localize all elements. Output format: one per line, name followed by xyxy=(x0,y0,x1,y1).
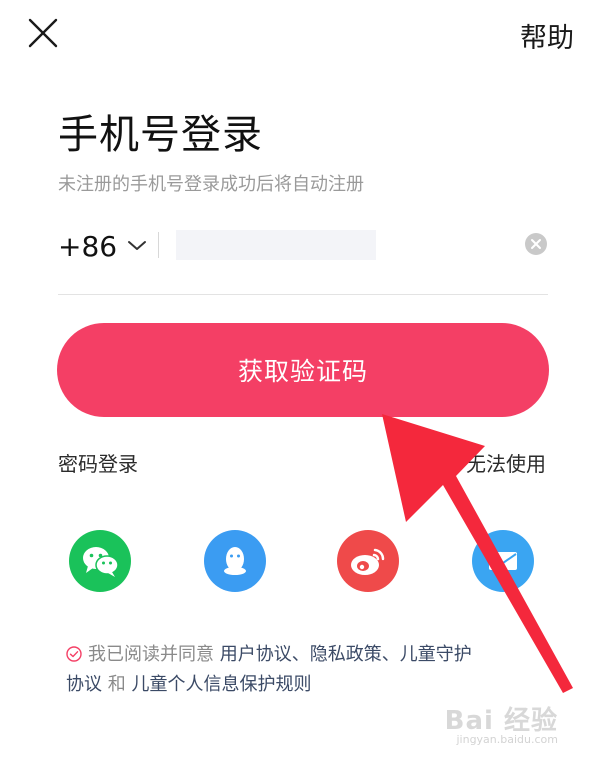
input-underline xyxy=(58,294,548,295)
watermark-main: Bai 经验 xyxy=(444,706,558,736)
mail-icon xyxy=(489,552,517,570)
unable-to-use-link[interactable]: 无法使用 xyxy=(466,448,546,477)
clear-input-button[interactable] xyxy=(524,232,548,256)
wechat-login-button[interactable] xyxy=(69,530,131,592)
country-code-selector[interactable]: +86 xyxy=(58,226,147,266)
child-protection-label-b: 协议 xyxy=(66,674,102,695)
weibo-icon xyxy=(351,548,385,575)
qq-login-button[interactable] xyxy=(204,530,266,592)
page-title: 手机号登录 xyxy=(58,112,263,158)
baidu-watermark: Bai 经验 jingyan.baidu.com xyxy=(445,700,558,746)
country-code-label: +86 xyxy=(58,229,118,263)
agreement-checkbox-icon[interactable] xyxy=(66,646,82,662)
privacy-policy-link[interactable]: 隐私政策 xyxy=(310,644,382,665)
watermark-sub: jingyan.baidu.com xyxy=(456,733,558,746)
divider xyxy=(158,232,159,258)
help-button[interactable]: 帮助 xyxy=(520,16,574,55)
child-info-rules-link[interactable]: 儿童个人信息保护规则 xyxy=(131,674,311,695)
weibo-login-button[interactable] xyxy=(337,530,399,592)
get-verification-code-label: 获取验证码 xyxy=(237,357,368,386)
agreement-text: 我已阅读并同意 用户协议、隐私政策、儿童守护 协议 和 儿童个人信息保护规则 xyxy=(66,640,546,700)
user-agreement-link[interactable]: 用户协议 xyxy=(220,644,292,665)
wechat-icon xyxy=(83,547,119,577)
phone-number-input[interactable] xyxy=(176,230,376,260)
page-subtitle: 未注册的手机号登录成功后将自动注册 xyxy=(58,174,364,195)
close-icon xyxy=(28,18,58,48)
and-text: 和 xyxy=(107,674,126,695)
mail-login-button[interactable] xyxy=(472,530,534,592)
clear-icon xyxy=(525,233,547,255)
chevron-down-icon xyxy=(128,241,147,250)
child-protection-label-a: 儿童守护 xyxy=(399,644,472,665)
agreement-prefix: 我已阅读并同意 xyxy=(88,644,214,665)
separator: 、 xyxy=(381,644,400,665)
close-button[interactable] xyxy=(24,14,64,54)
separator: 、 xyxy=(291,644,310,665)
qq-icon xyxy=(224,547,246,575)
password-login-link[interactable]: 密码登录 xyxy=(58,448,138,477)
get-verification-code-button[interactable]: 获取验证码 xyxy=(57,323,549,417)
